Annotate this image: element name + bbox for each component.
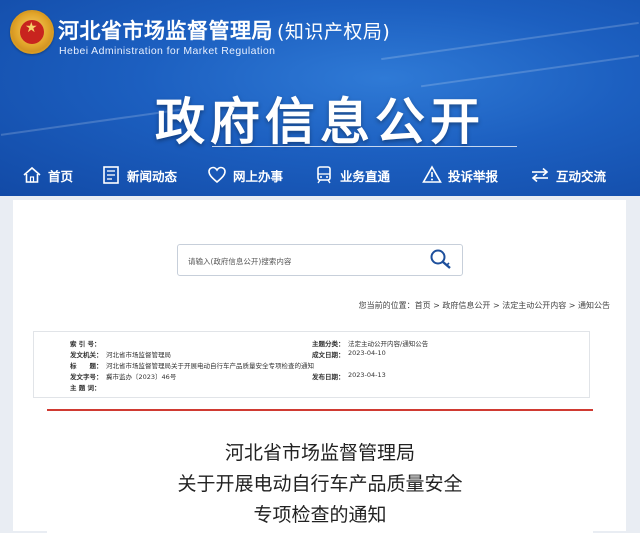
document-body: 河北省市场监督管理局 关于开展电动自行车产品质量安全 专项检查的通知 bbox=[47, 409, 593, 533]
breadcrumb[interactable]: 您当前的位置：首页 > 政府信息公开 > 法定主动公开内容 > 通知公告 bbox=[359, 300, 610, 311]
meta-value: 2023-04-13 bbox=[348, 371, 386, 379]
document-metadata: 索 引 号： 主题分类： 法定主动公开内容/通知公告 发文机关： 河北省市场监督… bbox=[33, 331, 590, 398]
meta-key: 主题分类： bbox=[312, 340, 345, 348]
warning-icon bbox=[422, 165, 442, 183]
search-icon[interactable] bbox=[428, 248, 454, 272]
meta-row: 发文字号： 冀市监办〔2023〕46号 发布日期： 2023-04-13 bbox=[34, 371, 589, 382]
meta-value: 冀市监办〔2023〕46号 bbox=[106, 373, 177, 381]
train-icon bbox=[317, 166, 331, 184]
meta-key: 成文日期： bbox=[312, 351, 345, 359]
org-english-name: Hebei Administration for Market Regulati… bbox=[59, 45, 276, 57]
document-title-line: 河北省市场监督管理局 bbox=[224, 442, 415, 464]
org-name-text: 河北省市场监督管理局 bbox=[58, 19, 273, 43]
nav-item-business[interactable]: 业务直通 bbox=[314, 160, 390, 190]
meta-row: 主 题 词： bbox=[34, 382, 589, 393]
meta-value: 河北省市场监督管理局关于开展电动自行车产品质量安全专项检查的通知 bbox=[106, 362, 314, 370]
meta-key: 索 引 号： bbox=[70, 340, 101, 348]
heart-icon bbox=[208, 166, 226, 184]
nav-item-online-service[interactable]: 网上办事 bbox=[207, 160, 283, 190]
search-box bbox=[177, 244, 463, 276]
nav-label: 新闻动态 bbox=[127, 168, 178, 184]
star-icon: ★ bbox=[25, 20, 38, 36]
meta-value: 河北省市场监督管理局 bbox=[106, 351, 171, 359]
nav-label: 网上办事 bbox=[233, 168, 284, 184]
meta-key: 发文字号： bbox=[70, 373, 103, 381]
meta-key: 标 题： bbox=[70, 362, 103, 370]
nav-item-news[interactable]: 新闻动态 bbox=[101, 160, 177, 190]
exchange-icon bbox=[531, 167, 549, 183]
header-banner: ★ 河北省市场监督管理局 (知识产权局) Hebei Administration… bbox=[0, 0, 640, 196]
main-nav: 首页 新闻动态 网上办事 业务直通 投诉举报 互动交流 bbox=[0, 160, 640, 190]
meta-key: 主 题 词： bbox=[70, 384, 101, 392]
nav-label: 业务直通 bbox=[340, 168, 391, 184]
nav-item-interaction[interactable]: 互动交流 bbox=[530, 160, 606, 190]
meta-key: 发文机关： bbox=[70, 351, 103, 359]
document-title-line: 关于开展电动自行车产品质量安全 bbox=[177, 473, 463, 495]
meta-key: 发布日期： bbox=[312, 373, 345, 381]
nav-item-complaint[interactable]: 投诉举报 bbox=[422, 160, 498, 190]
news-icon bbox=[103, 166, 119, 184]
nav-label: 互动交流 bbox=[556, 168, 607, 184]
meta-row: 索 引 号： 主题分类： 法定主动公开内容/通知公告 bbox=[34, 338, 589, 349]
meta-row: 发文机关： 河北省市场监督管理局 成文日期： 2023-04-10 bbox=[34, 349, 589, 360]
search-input[interactable] bbox=[186, 250, 420, 272]
org-subname: (知识产权局) bbox=[277, 21, 391, 43]
document-title-line: 专项检查的通知 bbox=[253, 504, 387, 526]
nav-label: 首页 bbox=[48, 168, 74, 184]
home-icon bbox=[23, 166, 41, 183]
national-emblem-logo[interactable]: ★ bbox=[10, 10, 54, 54]
meta-value: 2023-04-10 bbox=[348, 349, 386, 357]
title-divider bbox=[212, 146, 517, 147]
meta-value: 法定主动公开内容/通知公告 bbox=[348, 340, 429, 348]
org-name[interactable]: 河北省市场监督管理局 (知识产权局) bbox=[58, 15, 390, 45]
meta-row: 标 题： 河北省市场监督管理局关于开展电动自行车产品质量安全专项检查的通知 bbox=[34, 360, 589, 371]
decor-streak bbox=[381, 21, 639, 61]
nav-label: 投诉举报 bbox=[448, 168, 499, 184]
nav-item-home[interactable]: 首页 bbox=[22, 160, 73, 190]
page-title: 政府信息公开 bbox=[155, 93, 485, 151]
